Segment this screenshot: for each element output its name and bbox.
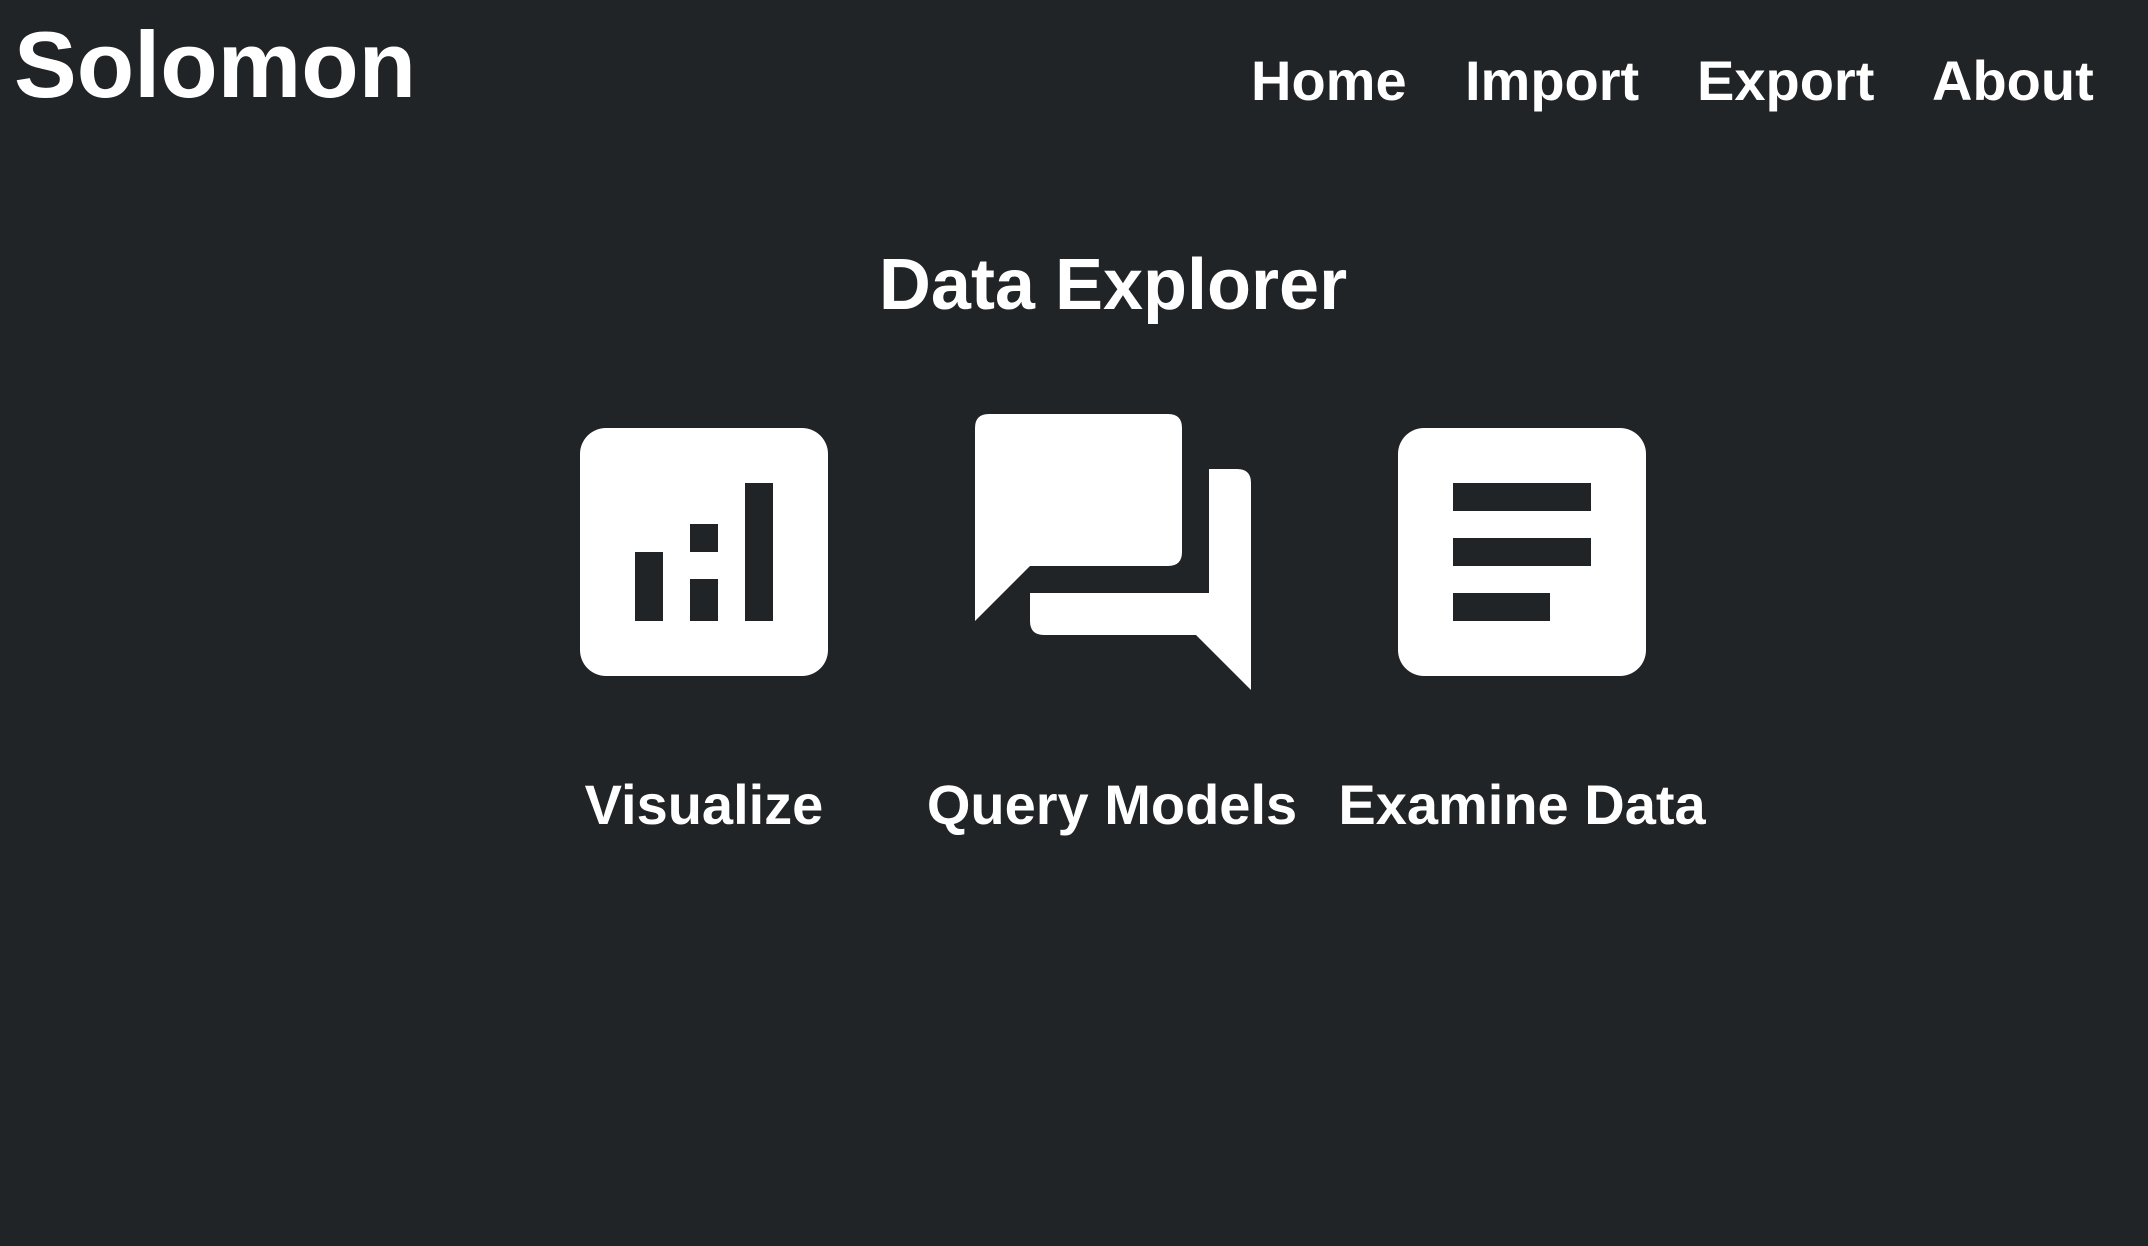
nav-import-link[interactable]: Import xyxy=(1465,46,1639,116)
bar-chart-icon xyxy=(580,428,828,676)
query-models-label: Query Models xyxy=(926,773,1298,836)
query-models-card[interactable]: Query Models xyxy=(912,400,1312,860)
nav-export-link[interactable]: Export xyxy=(1697,46,1874,116)
top-nav: Home Import Export About xyxy=(0,46,2148,116)
visualize-card[interactable]: Visualize xyxy=(504,400,904,860)
visualize-label: Visualize xyxy=(584,773,824,836)
page-title: Data Explorer xyxy=(878,245,1348,325)
chat-bubbles-icon xyxy=(975,414,1251,690)
examine-data-card[interactable]: Examine Data xyxy=(1322,400,1722,860)
examine-data-label: Examine Data xyxy=(1338,773,1706,836)
nav-about-link[interactable]: About xyxy=(1932,46,2094,116)
document-icon xyxy=(1398,428,1646,676)
nav-home-link[interactable]: Home xyxy=(1251,46,1407,116)
